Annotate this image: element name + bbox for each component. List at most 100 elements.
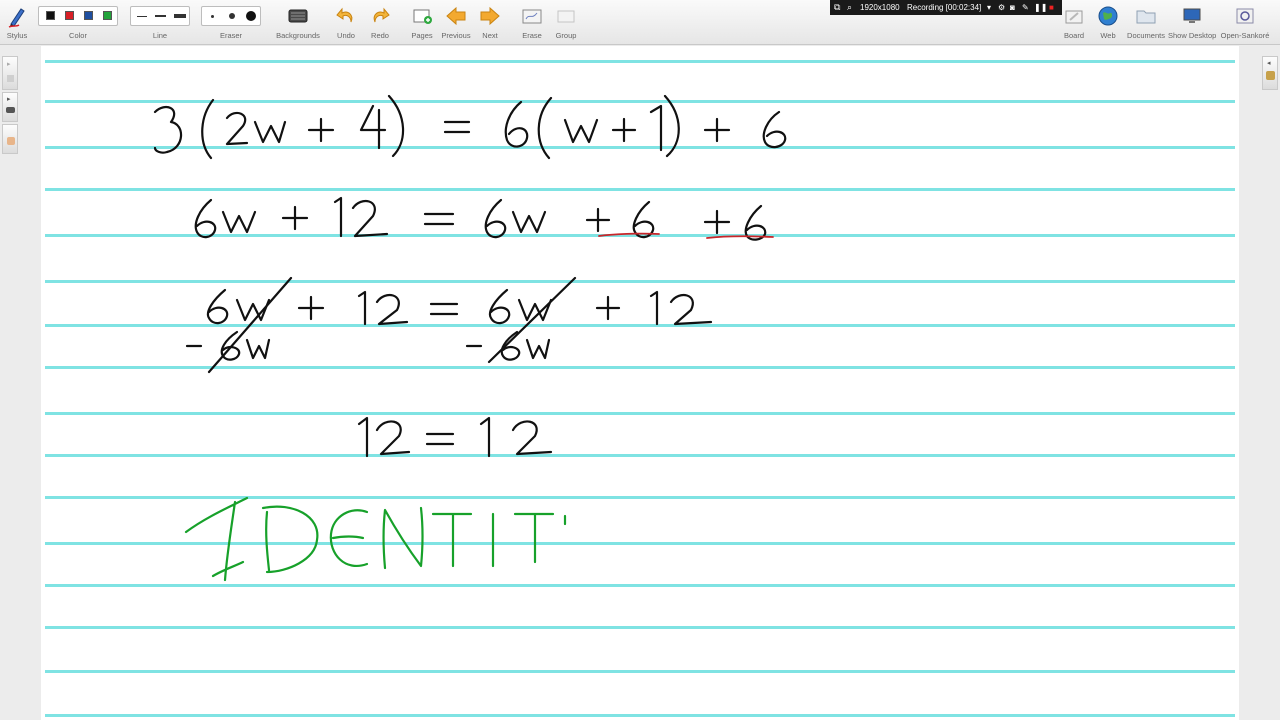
arrow-right-icon <box>480 6 500 26</box>
ink-stroke <box>595 295 621 321</box>
add-page-icon <box>413 9 432 24</box>
recording-status: Recording [00:02:34] <box>907 3 982 12</box>
folder-icon <box>1136 10 1156 24</box>
arrow-left-icon <box>446 6 466 26</box>
ink-stroke <box>423 212 455 226</box>
undo-label: Undo <box>337 31 355 40</box>
ink-stroke <box>663 94 680 158</box>
board-label: Board <box>1063 31 1084 40</box>
pause-icon[interactable]: ❚❚ <box>1034 0 1047 15</box>
red-swatch[interactable] <box>65 11 74 20</box>
color-frame <box>38 6 118 26</box>
ink-stroke <box>513 512 555 564</box>
open-sankore-button[interactable]: Open-Sankoré <box>1220 4 1270 42</box>
equation-line-3 <box>185 276 713 374</box>
thin-line-option[interactable] <box>137 16 147 17</box>
group-label: Group <box>555 31 577 40</box>
ink-stroke <box>429 302 459 316</box>
backgrounds-icon <box>288 9 308 23</box>
record-stop-icon[interactable]: ■ <box>1049 0 1054 15</box>
handwriting-layer <box>153 94 787 582</box>
backgrounds-button[interactable]: Backgrounds <box>274 4 322 42</box>
sankore-icon <box>1236 8 1254 24</box>
ink-stroke <box>382 506 424 570</box>
tools-icon <box>7 137 15 145</box>
web-label: Web <box>1100 31 1116 40</box>
web-button[interactable]: Web <box>1094 4 1122 42</box>
board-button[interactable]: Board <box>1060 4 1088 42</box>
stylus-button[interactable]: Stylus <box>4 4 30 42</box>
ink-stroke <box>649 104 663 152</box>
recording-resolution: 1920x1080 <box>860 3 900 12</box>
redo-icon <box>373 7 390 23</box>
ink-stroke <box>511 420 553 456</box>
medium-line-option[interactable] <box>155 15 166 17</box>
eraser-group: Eraser <box>201 4 261 42</box>
monitor-icon <box>1183 8 1201 23</box>
toolbar: Stylus Color Line Eraser Backgrounds Und… <box>0 0 1280 45</box>
ink-stroke <box>245 338 271 360</box>
ink-stroke <box>744 204 767 241</box>
whiteboard[interactable] <box>41 46 1239 720</box>
open-sankore-label: Open-Sankoré <box>1220 31 1270 40</box>
redo-button[interactable]: Redo <box>366 4 394 42</box>
pages-button[interactable]: Pages <box>408 4 436 42</box>
eraser-frame <box>201 6 261 26</box>
page-panel-toggle[interactable]: ▸ <box>2 56 18 90</box>
thick-line-option[interactable] <box>174 14 186 18</box>
globe-icon <box>1098 6 1118 26</box>
group-icon <box>557 10 575 23</box>
ink-stroke <box>351 199 389 238</box>
ink-stroke <box>479 416 491 458</box>
next-button[interactable]: Next <box>476 4 504 42</box>
ink-stroke <box>253 120 287 144</box>
ink-stroke <box>703 117 731 143</box>
ink-stroke <box>201 98 215 160</box>
erase-button[interactable]: Erase <box>518 4 546 42</box>
right-panel-toggle[interactable]: ◂ <box>1262 56 1278 90</box>
undo-button[interactable]: Undo <box>332 4 360 42</box>
group-button[interactable]: Group <box>552 4 580 42</box>
large-eraser-option[interactable] <box>246 11 256 21</box>
medium-eraser-option[interactable] <box>229 13 235 19</box>
expand-arrow-icon: ▸ <box>7 96 11 103</box>
stylus-label: Stylus <box>6 31 28 40</box>
ink-stroke <box>307 117 335 143</box>
ink-stroke <box>153 105 183 154</box>
color-label: Color <box>69 31 87 40</box>
show-desktop-label: Show Desktop <box>1168 31 1217 40</box>
line-frame <box>130 6 190 26</box>
library-icon <box>6 107 15 113</box>
pen-icon[interactable]: ✎ <box>1022 0 1029 15</box>
ink-stroke <box>206 288 229 325</box>
documents-button[interactable]: Documents <box>1126 4 1166 42</box>
window-icon[interactable]: ⧉ <box>834 0 840 15</box>
documents-label: Documents <box>1127 31 1165 40</box>
dropdown-icon[interactable]: ▾ <box>987 0 991 15</box>
left-side-panel: ▸ ▸ <box>0 56 20 156</box>
settings-icon[interactable]: ⚙ <box>998 0 1005 15</box>
erase-label: Erase <box>522 31 542 40</box>
ink-stroke <box>375 420 411 456</box>
eraser-label: Eraser <box>219 31 243 40</box>
green-swatch[interactable] <box>103 11 112 20</box>
zoom-icon[interactable]: ⌕ <box>847 0 852 15</box>
blue-swatch[interactable] <box>84 11 93 20</box>
pages-label: Pages <box>411 31 433 40</box>
ink-stroke <box>632 200 655 239</box>
ink-stroke <box>611 117 637 143</box>
expand-arrow-icon: ▸ <box>7 61 11 68</box>
previous-button[interactable]: Previous <box>440 4 472 42</box>
show-desktop-button[interactable]: Show Desktop <box>1168 4 1216 42</box>
camera-icon[interactable]: ◙ <box>1010 0 1015 15</box>
tools-panel-toggle[interactable] <box>2 124 18 154</box>
ink-stroke <box>333 196 343 238</box>
undo-icon <box>336 7 353 23</box>
previous-label: Previous <box>441 31 471 40</box>
small-eraser-option[interactable] <box>211 15 214 18</box>
ink-stroke <box>184 496 249 582</box>
ink-stroke <box>525 338 551 360</box>
library-panel-toggle[interactable]: ▸ <box>2 92 18 122</box>
line-label: Line <box>152 31 168 40</box>
black-swatch[interactable] <box>46 11 55 20</box>
